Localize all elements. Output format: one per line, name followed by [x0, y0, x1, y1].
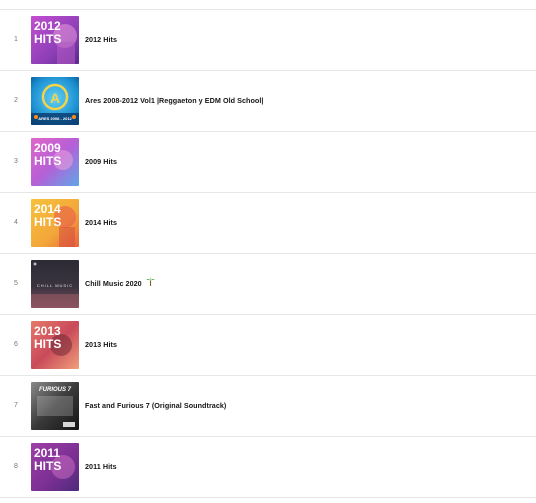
track-title[interactable]: Ares 2008-2012 Vol1 |Reggaeton y EDM Old… — [85, 71, 263, 131]
cover-hits: HITS — [34, 459, 61, 473]
cover-hits: HITS — [34, 337, 61, 351]
cover-year: 2012 — [34, 19, 61, 33]
list-item[interactable]: 4 2014 HITS 2014 Hits — [0, 193, 536, 254]
track-title-text: Chill Music 2020 — [85, 279, 142, 288]
list-item[interactable]: 1 2012 HITS 2012 Hits — [0, 10, 536, 71]
cover-art[interactable]: 2011 HITS — [31, 443, 79, 491]
track-title[interactable]: 2011 Hits — [85, 437, 117, 497]
rank-number: 4 — [14, 219, 18, 226]
list-item[interactable]: 8 2011 HITS 2011 Hits — [0, 437, 536, 498]
track-title[interactable]: Chill Music 2020 — [85, 254, 155, 314]
cover-art[interactable]: CHILL MUSIC — [31, 260, 79, 308]
track-title[interactable]: 2009 Hits — [85, 132, 117, 192]
cover-art[interactable]: A ARES 2008 - 2012 — [31, 77, 79, 125]
cover-year: 2013 — [34, 324, 61, 338]
rank-number: 2 — [14, 97, 18, 104]
rank-number: 7 — [14, 402, 18, 409]
cover-art[interactable]: 2014 HITS — [31, 199, 79, 247]
cover-year: 2011 — [34, 446, 60, 460]
cover-year: 2009 — [34, 141, 61, 155]
rank-number: 5 — [14, 280, 18, 287]
palm-tree-icon — [146, 254, 155, 314]
rank-number: 1 — [14, 36, 18, 43]
list-item[interactable]: 5 CHILL MUSIC Chill Music 2020 — [0, 254, 536, 315]
rank-number: 8 — [14, 463, 18, 470]
rank-number: 6 — [14, 341, 18, 348]
list-item[interactable]: 2 A ARES 2008 - 2012 Ares 2008-2012 Vol1… — [0, 71, 536, 132]
cover-art[interactable]: 2012 HITS — [31, 16, 79, 64]
rank-number: 3 — [14, 158, 18, 165]
cover-caption: FURIOUS 7 — [39, 387, 72, 393]
cover-hits: HITS — [34, 215, 61, 229]
cover-art[interactable]: 2013 HITS — [31, 321, 79, 369]
cover-hits: HITS — [34, 32, 61, 46]
cover-hits: HITS — [34, 154, 61, 168]
track-title[interactable]: Fast and Furious 7 (Original Soundtrack) — [85, 376, 226, 436]
list-item[interactable]: 3 2009 HITS 2009 Hits — [0, 132, 536, 193]
cover-art[interactable]: 2009 HITS — [31, 138, 79, 186]
track-title[interactable]: 2014 Hits — [85, 193, 117, 253]
divider — [0, 497, 536, 498]
cover-caption: ARES 2008 - 2012 — [38, 116, 72, 121]
list-item[interactable]: 7 FURIOUS 7 Fast and Furious 7 (Original… — [0, 376, 536, 437]
track-title[interactable]: 2012 Hits — [85, 10, 117, 70]
list-item[interactable]: 6 2013 HITS 2013 Hits — [0, 315, 536, 376]
track-title[interactable]: 2013 Hits — [85, 315, 117, 375]
cover-letter: A — [50, 90, 60, 106]
cover-caption: CHILL MUSIC — [37, 283, 73, 288]
cover-year: 2014 — [34, 202, 61, 216]
cover-art[interactable]: FURIOUS 7 — [31, 382, 79, 430]
